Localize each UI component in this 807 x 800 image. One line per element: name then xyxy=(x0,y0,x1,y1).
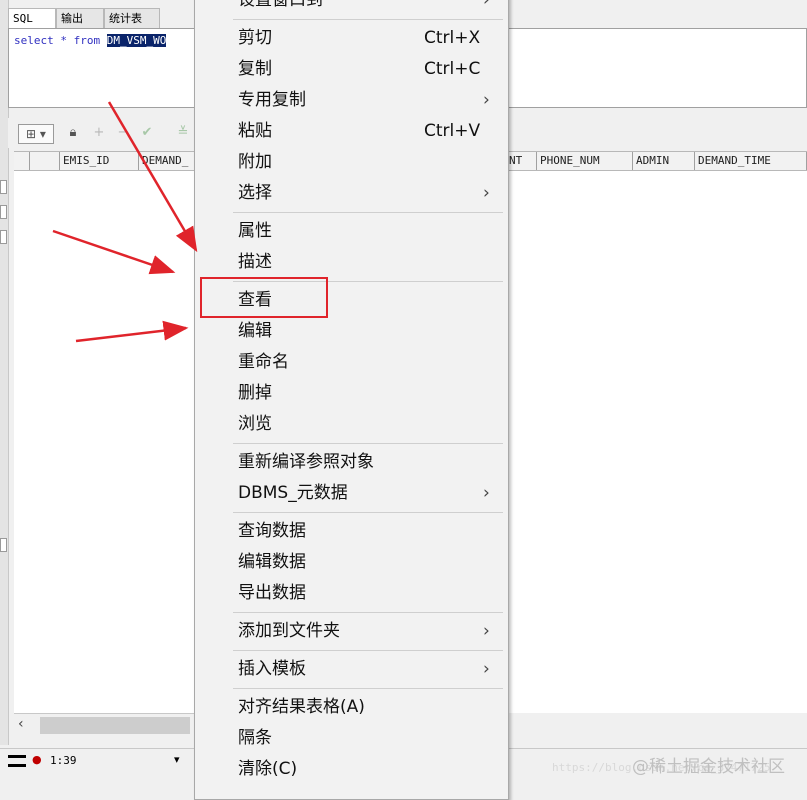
arrow-down-right xyxy=(107,101,198,253)
arrow-right-lower xyxy=(75,320,189,343)
arrow-right xyxy=(52,229,176,275)
annotation-arrows xyxy=(52,101,198,343)
